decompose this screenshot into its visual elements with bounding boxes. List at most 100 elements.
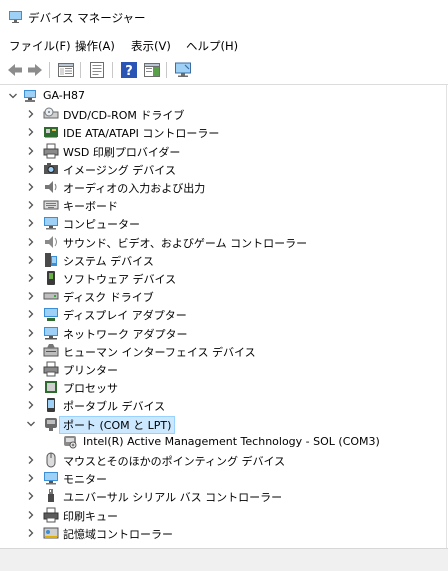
tree-category[interactable]: 記憶域コントローラー [0, 524, 446, 542]
chevron-right-icon[interactable] [26, 255, 36, 265]
printer-icon [43, 143, 59, 159]
chevron-right-icon[interactable] [26, 164, 36, 174]
menu-help[interactable]: ヘルプ(H) [186, 38, 238, 54]
chevron-right-icon[interactable] [26, 127, 36, 137]
tree-category[interactable]: ユニバーサル シリアル バス コントローラー [0, 487, 446, 505]
chevron-right-icon[interactable] [26, 109, 36, 119]
tree-category[interactable]: ディスク ドライブ [0, 287, 446, 305]
storage-controller-icon [43, 527, 59, 539]
help-icon[interactable]: ? [120, 61, 138, 79]
action-pane-icon[interactable] [143, 61, 161, 79]
menu-action[interactable]: 操作(A) [75, 38, 115, 54]
chevron-right-icon[interactable] [26, 218, 36, 228]
chevron-right-icon[interactable] [26, 528, 36, 538]
tree-category[interactable]: ネットワーク アダプター [0, 324, 446, 342]
chevron-right-icon[interactable] [26, 400, 36, 410]
chevron-right-icon[interactable] [26, 146, 36, 156]
tree-category[interactable]: キーボード [0, 196, 446, 214]
tree-category[interactable]: ソフトウェア デバイス [0, 269, 446, 287]
chevron-right-icon[interactable] [26, 273, 36, 283]
printer-icon [43, 361, 59, 377]
tree-category-label: ヒューマン インターフェイス デバイス [63, 345, 256, 359]
portable-device-icon [47, 398, 55, 413]
tree-category[interactable]: IDE ATA/ATAPI コントローラー [0, 123, 446, 141]
tree-category[interactable]: サウンド、ビデオ、およびゲーム コントローラー [0, 233, 446, 251]
menu-view[interactable]: 表示(V) [131, 38, 171, 54]
tree-category[interactable]: システム デバイス [0, 251, 446, 269]
chevron-right-icon[interactable] [26, 200, 36, 210]
device-manager-app-icon [9, 11, 22, 23]
dvd-drive-icon [43, 107, 59, 119]
tree-category[interactable]: マウスとそのほかのポインティング デバイス [0, 451, 446, 469]
tree-category-label: IDE ATA/ATAPI コントローラー [63, 127, 220, 141]
chevron-right-icon[interactable] [26, 346, 36, 356]
show-hide-tree-icon[interactable] [57, 61, 75, 79]
tree-category-label: プリンター [63, 364, 118, 377]
menu-file[interactable]: ファイル(F) [9, 38, 71, 54]
tree-category-label: ソフトウェア デバイス [63, 273, 177, 286]
tree-category[interactable]: オーディオの入力および出力 [0, 178, 446, 196]
tree-category[interactable]: ポート (COM と LPT) [0, 415, 446, 434]
chevron-right-icon[interactable] [26, 473, 36, 483]
tree-category-label: ユニバーサル シリアル バス コントローラー [63, 491, 283, 505]
tree-category-label: ポート (COM と LPT) [58, 415, 176, 434]
network-adapter-icon [44, 326, 58, 340]
tree-category[interactable]: ポータブル デバイス [0, 396, 446, 414]
speaker-icon [45, 181, 57, 193]
tree-category-label: キーボード [63, 200, 118, 214]
tree-category[interactable]: イメージング デバイス [0, 160, 446, 178]
svg-text:?: ? [125, 64, 133, 79]
tree-category[interactable]: モニター [0, 469, 446, 487]
tree-category-label: プロセッサ [63, 382, 118, 396]
ide-controller-icon [44, 127, 58, 139]
tree-category-label: 記憶域コントローラー [63, 527, 173, 541]
chevron-right-icon[interactable] [26, 328, 36, 338]
chevron-right-icon[interactable] [26, 455, 36, 465]
tree-category[interactable]: WSD 印刷プロバイダー [0, 142, 446, 160]
mouse-icon [46, 452, 56, 468]
device-tree[interactable]: GA-H87 DVD/CD-ROM ドライブ IDE ATA/ATAPI コントロー… [0, 85, 447, 548]
title-bar: デバイス マネージャー [0, 0, 448, 34]
chevron-right-icon[interactable] [26, 364, 36, 374]
tree-category-label: 印刷キュー [63, 509, 118, 523]
tree-category[interactable]: コンピューター [0, 214, 446, 232]
chevron-down-icon[interactable] [8, 91, 18, 101]
tree-category-label: システム デバイス [63, 254, 154, 268]
chevron-right-icon[interactable] [26, 309, 36, 319]
tree-category-label: ポータブル デバイス [63, 400, 166, 414]
window-title: デバイス マネージャー [28, 11, 146, 25]
chevron-right-icon[interactable] [26, 291, 36, 301]
forward-icon[interactable] [26, 61, 44, 79]
processor-icon [45, 381, 57, 394]
tree-category-label: オーディオの入力および出力 [63, 182, 206, 195]
toolbar: ? [0, 56, 448, 85]
chevron-down-icon[interactable] [26, 419, 36, 429]
tree-category[interactable]: ディスプレイ アダプター [0, 305, 446, 323]
monitor-scan-icon[interactable] [174, 61, 192, 79]
disk-drive-icon [43, 292, 59, 300]
chevron-right-icon[interactable] [26, 182, 36, 192]
chevron-right-icon[interactable] [26, 382, 36, 392]
tree-root-label: GA-H87 [43, 89, 86, 102]
display-adapter-icon [44, 308, 58, 322]
keyboard-icon [43, 200, 59, 210]
tree-category-label: ディスク ドライブ [63, 291, 154, 305]
properties-icon[interactable] [88, 61, 106, 79]
tree-category[interactable]: 印刷キュー [0, 506, 446, 524]
tree-category[interactable]: プロセッサ [0, 378, 446, 396]
tree-root[interactable]: GA-H87 [0, 87, 446, 105]
tree-device-label: Intel(R) Active Management Technology - … [83, 434, 380, 448]
tree-category[interactable]: ヒューマン インターフェイス デバイス [0, 342, 446, 360]
chevron-right-icon[interactable] [26, 510, 36, 520]
chevron-right-icon[interactable] [26, 237, 36, 247]
tree-device[interactable]: Intel(R) Active Management Technology - … [0, 433, 446, 451]
port-icon [45, 417, 57, 431]
chevron-right-icon[interactable] [26, 491, 36, 501]
tree-category-label: WSD 印刷プロバイダー [63, 145, 181, 159]
tree-category[interactable]: プリンター [0, 360, 446, 378]
tree-category[interactable]: DVD/CD-ROM ドライブ [0, 105, 446, 123]
menu-bar: ファイル(F) 操作(A) 表示(V) ヘルプ(H) [0, 34, 448, 56]
print-queue-icon [43, 507, 59, 523]
computer-root-icon [24, 90, 36, 102]
back-icon[interactable] [6, 61, 24, 79]
